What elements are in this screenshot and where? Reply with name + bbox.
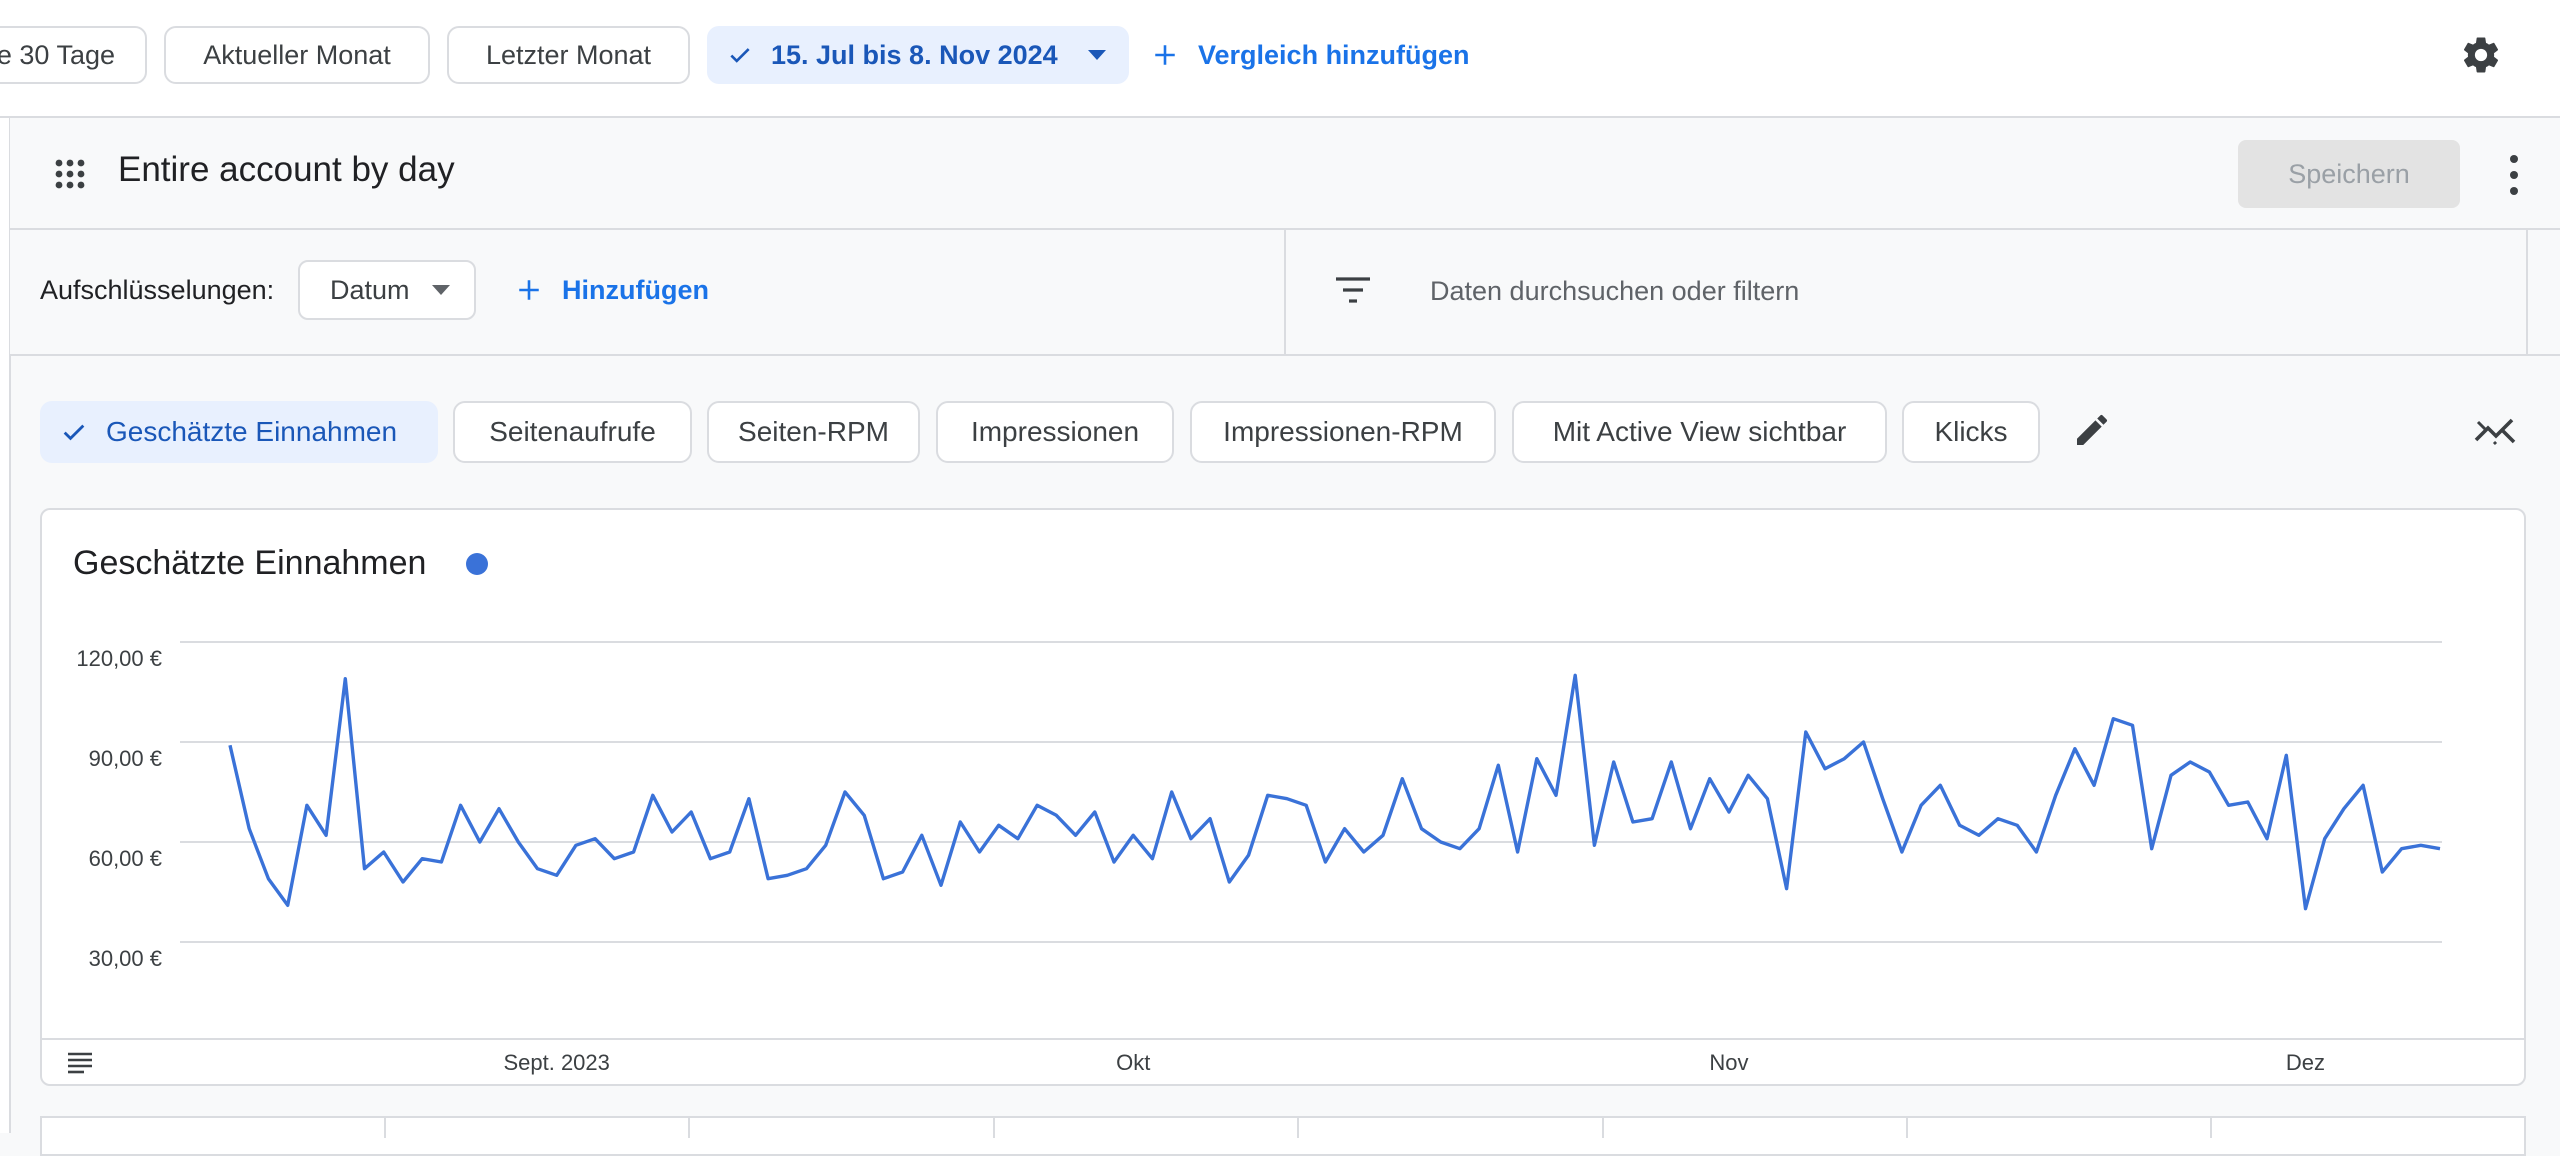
table-column-divider — [1602, 1118, 1604, 1138]
x-axis-tick-label: Dez — [2286, 1050, 2325, 1075]
preset-current-month-chip[interactable]: Aktueller Monat — [164, 26, 430, 84]
add-breakdown-label: Hinzufügen — [562, 274, 709, 305]
trend-icon[interactable] — [2474, 416, 2518, 446]
table-column-divider — [688, 1118, 690, 1138]
table-column-divider — [1297, 1118, 1299, 1138]
y-axis-tick-label: 120,00 € — [76, 646, 162, 671]
table-icon[interactable] — [66, 1052, 94, 1074]
gear-icon[interactable] — [2456, 30, 2506, 80]
legend-series-marker — [466, 553, 488, 575]
check-icon — [730, 48, 750, 63]
chart-footer-divider — [42, 1038, 2524, 1040]
chevron-down-icon — [431, 285, 450, 295]
y-axis-tick-label: 90,00 € — [89, 746, 162, 771]
more-vert-icon[interactable] — [2499, 152, 2529, 198]
filter-icon[interactable] — [1334, 274, 1372, 306]
y-axis-tick-label: 60,00 € — [89, 846, 162, 871]
metric-chip-clicks[interactable]: Klicks — [1902, 401, 2040, 463]
x-axis-tick-label: Sept. 2023 — [503, 1050, 609, 1075]
metric-chip-active-view-viewable[interactable]: Mit Active View sichtbar — [1512, 401, 1887, 463]
x-axis-tick-label: Okt — [1116, 1050, 1150, 1075]
metric-chip-estimated-earnings[interactable]: Geschätzte Einnahmen — [40, 401, 438, 463]
earnings-line-chart: 120,00 € 90,00 € 60,00 € 30,00 € Sept. 2023 O… — [76, 641, 2442, 1075]
add-comparison-label: Vergleich hinzufügen — [1198, 39, 1470, 70]
save-button[interactable]: Speichern — [2238, 140, 2460, 208]
x-axis-tick-label: Nov — [1709, 1050, 1748, 1075]
table-column-divider — [993, 1118, 995, 1138]
breakdown-dimension-dropdown[interactable]: Datum — [298, 260, 476, 320]
preset-last-month-chip[interactable]: Letzter Monat — [447, 26, 690, 84]
search-filter-input[interactable] — [1430, 264, 2130, 318]
plus-icon — [1155, 45, 1175, 65]
check-icon — [63, 424, 85, 441]
date-range-dropdown[interactable]: 15. Jul bis 8. Nov 2024 — [707, 26, 1129, 84]
chevron-down-icon — [1087, 50, 1106, 60]
metric-chip-label: Geschätzte Einnahmen — [106, 416, 398, 447]
table-column-divider — [1906, 1118, 1908, 1138]
divider — [2526, 230, 2528, 354]
chart-title: Geschätzte Einnahmen — [73, 544, 427, 582]
metric-chip-page-views[interactable]: Seitenaufrufe — [453, 401, 692, 463]
date-range-label: 15. Jul bis 8. Nov 2024 — [771, 39, 1058, 70]
plus-icon — [519, 280, 539, 300]
metric-chip-impressions[interactable]: Impressionen — [936, 401, 1174, 463]
y-axis-tick-label: 30,00 € — [89, 946, 162, 971]
preset-last-30-days-chip[interactable]: Letzte 30 Tage — [0, 26, 147, 84]
apps-grid-icon[interactable] — [54, 158, 86, 190]
add-breakdown-button[interactable]: Hinzufügen — [516, 262, 709, 318]
report-table — [40, 1116, 2526, 1156]
add-comparison-button[interactable]: Vergleich hinzufügen — [1152, 26, 1470, 84]
divider — [1284, 230, 1286, 354]
metric-chip-impression-rpm[interactable]: Impressionen-RPM — [1190, 401, 1496, 463]
table-column-divider — [384, 1118, 386, 1138]
table-column-divider — [2210, 1118, 2212, 1138]
report-title: Entire account by day — [118, 150, 455, 189]
pencil-icon[interactable] — [2072, 410, 2112, 450]
breakdown-dimension-value: Datum — [330, 274, 410, 305]
metric-chip-page-rpm[interactable]: Seiten-RPM — [707, 401, 920, 463]
earnings-series-line — [228, 673, 2441, 911]
breakdown-label: Aufschlüsselungen: — [40, 275, 275, 305]
